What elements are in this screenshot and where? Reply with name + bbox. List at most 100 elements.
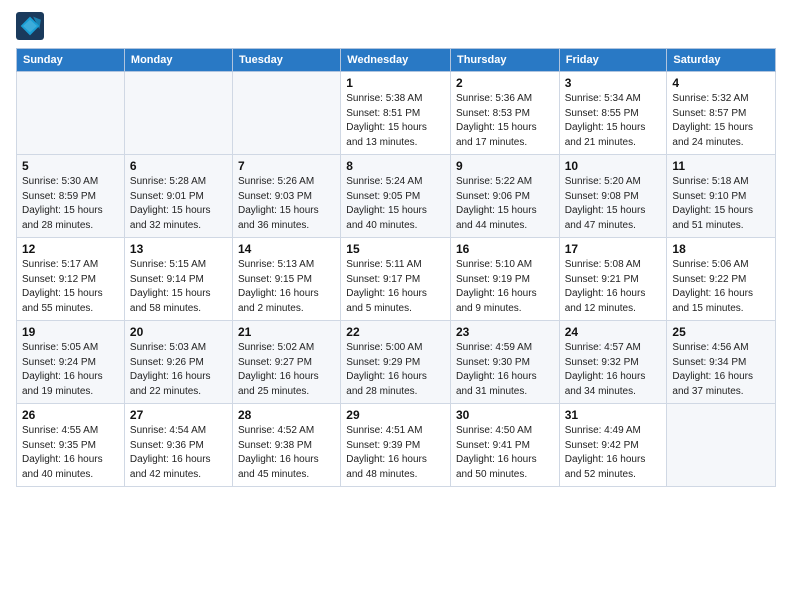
cell-sun-info: Sunrise: 5:20 AMSunset: 9:08 PMDaylight:… (565, 175, 662, 233)
calendar-cell: 9Sunrise: 5:22 AMSunset: 9:06 PMDaylight… (450, 155, 559, 238)
calendar-cell: 20Sunrise: 5:03 AMSunset: 9:26 PMDayligh… (124, 321, 232, 404)
weekday-header-wednesday: Wednesday (341, 49, 451, 72)
calendar-cell: 12 Sunrise: 5:17 AMSunset: 9:12 PMDayligh… (17, 238, 125, 321)
logo-icon (16, 12, 44, 40)
day-number: 28 (238, 408, 335, 422)
calendar-row-4: 19 Sunrise: 5:05 AMSunset: 9:24 PMDayligh… (17, 321, 776, 404)
day-number: 22 (346, 325, 445, 339)
calendar-cell: 11 Sunrise: 5:18 AMSunset: 9:10 PMDayligh… (667, 155, 776, 238)
day-number: 11 (672, 159, 770, 173)
day-number: 21 (238, 325, 335, 339)
cell-sun-info: Sunrise: 5:15 AMSunset: 9:14 PMDaylight:… (130, 258, 227, 316)
cell-sun-info: Sunrise: 4:56 AMSunset: 9:34 PMDaylight:… (672, 341, 770, 399)
page-header (16, 12, 776, 40)
calendar-row-3: 12 Sunrise: 5:17 AMSunset: 9:12 PMDayligh… (17, 238, 776, 321)
cell-sun-info: Sunrise: 5:05 AMSunset: 9:24 PMDaylight:… (22, 341, 119, 399)
calendar-cell (17, 72, 125, 155)
day-number: 10 (565, 159, 662, 173)
calendar-cell (233, 72, 341, 155)
calendar-cell: 18 Sunrise: 5:06 AMSunset: 9:22 PMDayligh… (667, 238, 776, 321)
calendar-cell: 5Sunrise: 5:30 AMSunset: 8:59 PMDaylight… (17, 155, 125, 238)
calendar-cell (124, 72, 232, 155)
day-number: 26 (22, 408, 119, 422)
day-number: 2 (456, 76, 554, 90)
day-number: 14 (238, 242, 335, 256)
cell-sun-info: Sunrise: 5:06 AMSunset: 9:22 PMDaylight:… (672, 258, 770, 316)
cell-sun-info: Sunrise: 5:30 AMSunset: 8:59 PMDaylight:… (22, 175, 119, 233)
calendar-cell: 6 Sunrise: 5:28 AMSunset: 9:01 PMDaylight… (124, 155, 232, 238)
calendar-cell: 27 Sunrise: 4:54 AMSunset: 9:36 PMDayligh… (124, 404, 232, 487)
calendar-cell: 21 Sunrise: 5:02 AMSunset: 9:27 PMDayligh… (233, 321, 341, 404)
logo (16, 12, 48, 40)
calendar-cell: 24 Sunrise: 4:57 AMSunset: 9:32 PMDayligh… (559, 321, 667, 404)
weekday-header-monday: Monday (124, 49, 232, 72)
cell-sun-info: Sunrise: 5:38 AMSunset: 8:51 PMDaylight:… (346, 92, 445, 150)
calendar-row-5: 26 Sunrise: 4:55 AMSunset: 9:35 PMDayligh… (17, 404, 776, 487)
day-number: 31 (565, 408, 662, 422)
cell-sun-info: Sunrise: 5:17 AMSunset: 9:12 PMDaylight:… (22, 258, 119, 316)
cell-sun-info: Sunrise: 5:26 AMSunset: 9:03 PMDaylight:… (238, 175, 335, 233)
cell-sun-info: Sunrise: 4:51 AMSunset: 9:39 PMDaylight:… (346, 424, 445, 482)
cell-sun-info: Sunrise: 5:11 AMSunset: 9:17 PMDaylight:… (346, 258, 445, 316)
day-number: 16 (456, 242, 554, 256)
day-number: 23 (456, 325, 554, 339)
cell-sun-info: Sunrise: 4:50 AMSunset: 9:41 PMDaylight:… (456, 424, 554, 482)
calendar-cell: 14 Sunrise: 5:13 AMSunset: 9:15 PMDayligh… (233, 238, 341, 321)
day-number: 18 (672, 242, 770, 256)
weekday-header-sunday: Sunday (17, 49, 125, 72)
day-number: 29 (346, 408, 445, 422)
cell-sun-info: Sunrise: 5:36 AMSunset: 8:53 PMDaylight:… (456, 92, 554, 150)
calendar-cell (667, 404, 776, 487)
cell-sun-info: Sunrise: 5:10 AMSunset: 9:19 PMDaylight:… (456, 258, 554, 316)
day-number: 25 (672, 325, 770, 339)
calendar-cell: 22 Sunrise: 5:00 AMSunset: 9:29 PMDayligh… (341, 321, 451, 404)
cell-sun-info: Sunrise: 5:24 AMSunset: 9:05 PMDaylight:… (346, 175, 445, 233)
cell-sun-info: Sunrise: 4:52 AMSunset: 9:38 PMDaylight:… (238, 424, 335, 482)
day-number: 13 (130, 242, 227, 256)
weekday-header-thursday: Thursday (450, 49, 559, 72)
day-number: 24 (565, 325, 662, 339)
calendar-cell: 16 Sunrise: 5:10 AMSunset: 9:19 PMDayligh… (450, 238, 559, 321)
calendar-cell: 13 Sunrise: 5:15 AMSunset: 9:14 PMDayligh… (124, 238, 232, 321)
cell-sun-info: Sunrise: 4:54 AMSunset: 9:36 PMDaylight:… (130, 424, 227, 482)
calendar-cell: 23 Sunrise: 4:59 AMSunset: 9:30 PMDayligh… (450, 321, 559, 404)
calendar-cell: 28 Sunrise: 4:52 AMSunset: 9:38 PMDayligh… (233, 404, 341, 487)
cell-sun-info: Sunrise: 5:22 AMSunset: 9:06 PMDaylight:… (456, 175, 554, 233)
day-number: 19 (22, 325, 119, 339)
cell-sun-info: Sunrise: 4:59 AMSunset: 9:30 PMDaylight:… (456, 341, 554, 399)
calendar-page: SundayMondayTuesdayWednesdayThursdayFrid… (0, 0, 792, 612)
cell-sun-info: Sunrise: 5:00 AMSunset: 9:29 PMDaylight:… (346, 341, 445, 399)
day-number: 4 (672, 76, 770, 90)
cell-sun-info: Sunrise: 5:28 AMSunset: 9:01 PMDaylight:… (130, 175, 227, 233)
calendar-cell: 25 Sunrise: 4:56 AMSunset: 9:34 PMDayligh… (667, 321, 776, 404)
cell-sun-info: Sunrise: 5:08 AMSunset: 9:21 PMDaylight:… (565, 258, 662, 316)
calendar-cell: 1 Sunrise: 5:38 AMSunset: 8:51 PMDaylight… (341, 72, 451, 155)
weekday-header-row: SundayMondayTuesdayWednesdayThursdayFrid… (17, 49, 776, 72)
cell-sun-info: Sunrise: 5:32 AMSunset: 8:57 PMDaylight:… (672, 92, 770, 150)
day-number: 27 (130, 408, 227, 422)
cell-sun-info: Sunrise: 5:02 AMSunset: 9:27 PMDaylight:… (238, 341, 335, 399)
day-number: 6 (130, 159, 227, 173)
weekday-header-friday: Friday (559, 49, 667, 72)
calendar-table: SundayMondayTuesdayWednesdayThursdayFrid… (16, 48, 776, 487)
cell-sun-info: Sunrise: 4:57 AMSunset: 9:32 PMDaylight:… (565, 341, 662, 399)
day-number: 3 (565, 76, 662, 90)
day-number: 8 (346, 159, 445, 173)
cell-sun-info: Sunrise: 5:03 AMSunset: 9:26 PMDaylight:… (130, 341, 227, 399)
calendar-cell: 7Sunrise: 5:26 AMSunset: 9:03 PMDaylight… (233, 155, 341, 238)
day-number: 15 (346, 242, 445, 256)
cell-sun-info: Sunrise: 5:34 AMSunset: 8:55 PMDaylight:… (565, 92, 662, 150)
calendar-cell: 30Sunrise: 4:50 AMSunset: 9:41 PMDayligh… (450, 404, 559, 487)
cell-sun-info: Sunrise: 4:55 AMSunset: 9:35 PMDaylight:… (22, 424, 119, 482)
weekday-header-saturday: Saturday (667, 49, 776, 72)
calendar-cell: 19 Sunrise: 5:05 AMSunset: 9:24 PMDayligh… (17, 321, 125, 404)
calendar-cell: 29 Sunrise: 4:51 AMSunset: 9:39 PMDayligh… (341, 404, 451, 487)
cell-sun-info: Sunrise: 5:18 AMSunset: 9:10 PMDaylight:… (672, 175, 770, 233)
calendar-cell: 10 Sunrise: 5:20 AMSunset: 9:08 PMDayligh… (559, 155, 667, 238)
calendar-row-1: 1 Sunrise: 5:38 AMSunset: 8:51 PMDaylight… (17, 72, 776, 155)
calendar-cell: 17Sunrise: 5:08 AMSunset: 9:21 PMDayligh… (559, 238, 667, 321)
day-number: 1 (346, 76, 445, 90)
cell-sun-info: Sunrise: 5:13 AMSunset: 9:15 PMDaylight:… (238, 258, 335, 316)
calendar-cell: 15 Sunrise: 5:11 AMSunset: 9:17 PMDayligh… (341, 238, 451, 321)
day-number: 12 (22, 242, 119, 256)
